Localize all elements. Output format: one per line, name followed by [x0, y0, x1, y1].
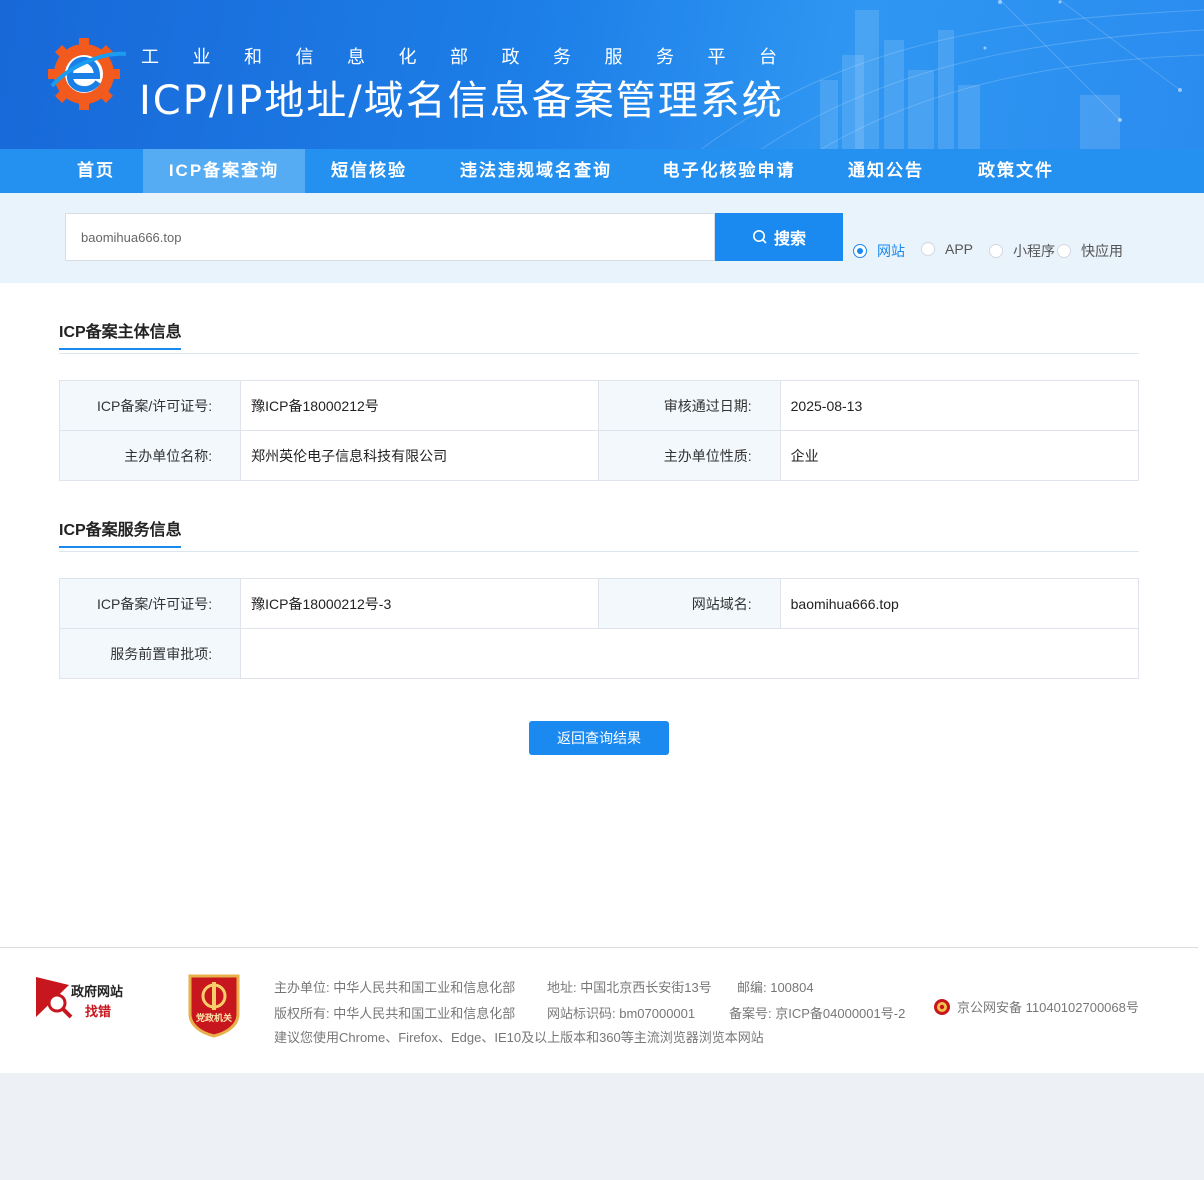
pre-approval-label: 服务前置审批项:: [58, 628, 242, 679]
platform-subtitle: 工业和信息化部政务服务平台: [141, 47, 811, 67]
subject-info-table: ICP备案/许可证号: 豫ICP备18000212号 审核通过日期: 2025-…: [58, 380, 1140, 481]
nav-illegal-domain-query[interactable]: 违法违规域名查询: [450, 149, 622, 193]
main-nav: 首页 ICP备案查询 短信核验 违法违规域名查询 电子化核验申请 通知公告 政策…: [0, 149, 1204, 193]
host-org-value: 郑州英伦电子信息科技有限公司: [240, 430, 600, 481]
table-row: ICP备案/许可证号: 豫ICP备18000212号 审核通过日期: 2025-…: [58, 380, 1140, 431]
police-record-text: 京公网安备 11040102700068号: [957, 1000, 1139, 1015]
host-nature-label: 主办单位性质:: [598, 430, 781, 481]
footer-address: 地址: 中国北京西长安街13号: [547, 980, 712, 995]
subject-section-heading: ICP备案主体信息: [59, 324, 182, 341]
radio-label: 网站: [877, 243, 905, 259]
nav-e-verify-apply[interactable]: 电子化核验申请: [650, 149, 808, 193]
police-badge-icon: [934, 998, 950, 1015]
error-report-label: 找错: [85, 1004, 112, 1019]
footer-postcode: 邮编: 100804: [737, 980, 814, 995]
header-banner: 工业和信息化部政务服务平台 ICP/IP地址/域名信息备案管理系统: [0, 0, 1204, 149]
nav-home[interactable]: 首页: [58, 149, 134, 193]
subject-section-title: ICP备案主体信息: [59, 318, 182, 350]
search-input[interactable]: [65, 213, 715, 261]
domain-value: baomihua666.top: [779, 578, 1140, 629]
table-row: 主办单位名称: 郑州英伦电子信息科技有限公司 主办单位性质: 企业: [58, 430, 1140, 481]
table-row: ICP备案/许可证号: 豫ICP备18000212号-3 网站域名: baomi…: [58, 578, 1140, 629]
host-org-label: 主办单位名称:: [58, 430, 242, 481]
radio-quick-app[interactable]: 快应用: [1057, 241, 1123, 261]
nav-policy-files[interactable]: 政策文件: [966, 149, 1066, 193]
footer-copyright: 版权所有: 中华人民共和国工业和信息化部: [274, 1006, 516, 1021]
service-license-label: ICP备案/许可证号:: [58, 578, 242, 629]
approval-date-value: 2025-08-13: [779, 380, 1140, 431]
license-value: 豫ICP备18000212号: [240, 380, 600, 431]
gov-site-label: 政府网站: [71, 984, 124, 999]
radio-dot: [853, 244, 867, 258]
footer-icp-number[interactable]: 备案号: 京ICP备04000001号-2: [729, 1003, 905, 1022]
service-section-title: ICP备案服务信息: [59, 516, 182, 548]
footer-site-id: 网站标识码: bm07000001: [547, 1006, 696, 1021]
approval-date-label: 审核通过日期:: [598, 380, 781, 431]
search-button[interactable]: 搜索: [715, 213, 843, 261]
radio-website[interactable]: 网站: [853, 241, 905, 261]
back-to-results-button[interactable]: 返回查询结果: [529, 721, 669, 755]
section-title-underline: [59, 546, 181, 548]
radio-dot: [921, 242, 935, 256]
radio-label: APP: [945, 241, 974, 257]
party-badge-text: 党政机关: [195, 1013, 232, 1023]
miit-logo-icon: [48, 38, 126, 110]
radio-label: 快应用: [1081, 243, 1123, 259]
host-nature-value: 企业: [779, 430, 1140, 481]
section-divider: [59, 551, 1139, 552]
radio-label: 小程序: [1013, 243, 1055, 259]
system-title: ICP/IP地址/域名信息备案管理系统: [139, 78, 784, 124]
service-section-heading: ICP备案服务信息: [59, 522, 182, 539]
radio-dot: [1057, 244, 1071, 258]
footer-host-unit: 主办单位: 中华人民共和国工业和信息化部: [274, 980, 516, 995]
nav-sms-verify[interactable]: 短信核验: [318, 149, 420, 193]
party-gov-badge[interactable]: 党政机关: [186, 972, 242, 1038]
footer-police-record-link[interactable]: 京公网安备 11040102700068号: [933, 997, 1139, 1016]
section-divider: [59, 353, 1139, 354]
search-area: 搜索 网站 APP 小程序 快应用: [0, 193, 1204, 283]
search-button-label: 搜索: [773, 231, 806, 248]
footer-divider: [0, 947, 1198, 948]
gov-site-error-report-link[interactable]: 政府网站 找错: [35, 975, 135, 1023]
radio-app[interactable]: APP: [921, 241, 973, 257]
search-icon: [752, 230, 767, 244]
pre-approval-value: [240, 628, 1139, 679]
service-info-table: ICP备案/许可证号: 豫ICP备18000212号-3 网站域名: baomi…: [58, 578, 1140, 679]
main-content: ICP备案主体信息 ICP备案/许可证号: 豫ICP备18000212号 审核通…: [0, 283, 1204, 1073]
radio-dot: [989, 244, 1003, 258]
license-label: ICP备案/许可证号:: [58, 380, 242, 431]
nav-notices[interactable]: 通知公告: [836, 149, 936, 193]
party-gov-emblem-icon: [188, 974, 240, 1038]
table-row: 服务前置审批项:: [58, 628, 1139, 679]
radio-mini-program[interactable]: 小程序: [989, 241, 1055, 261]
footer-browser-tip: 建议您使用Chrome、Firefox、Edge、IE10及以上版本和360等主…: [274, 1030, 764, 1045]
domain-label: 网站域名:: [598, 578, 781, 629]
nav-icp-query[interactable]: ICP备案查询: [143, 149, 305, 193]
gov-error-report-icon: [36, 977, 73, 1019]
service-license-value: 豫ICP备18000212号-3: [240, 578, 600, 629]
section-title-underline: [59, 348, 181, 350]
